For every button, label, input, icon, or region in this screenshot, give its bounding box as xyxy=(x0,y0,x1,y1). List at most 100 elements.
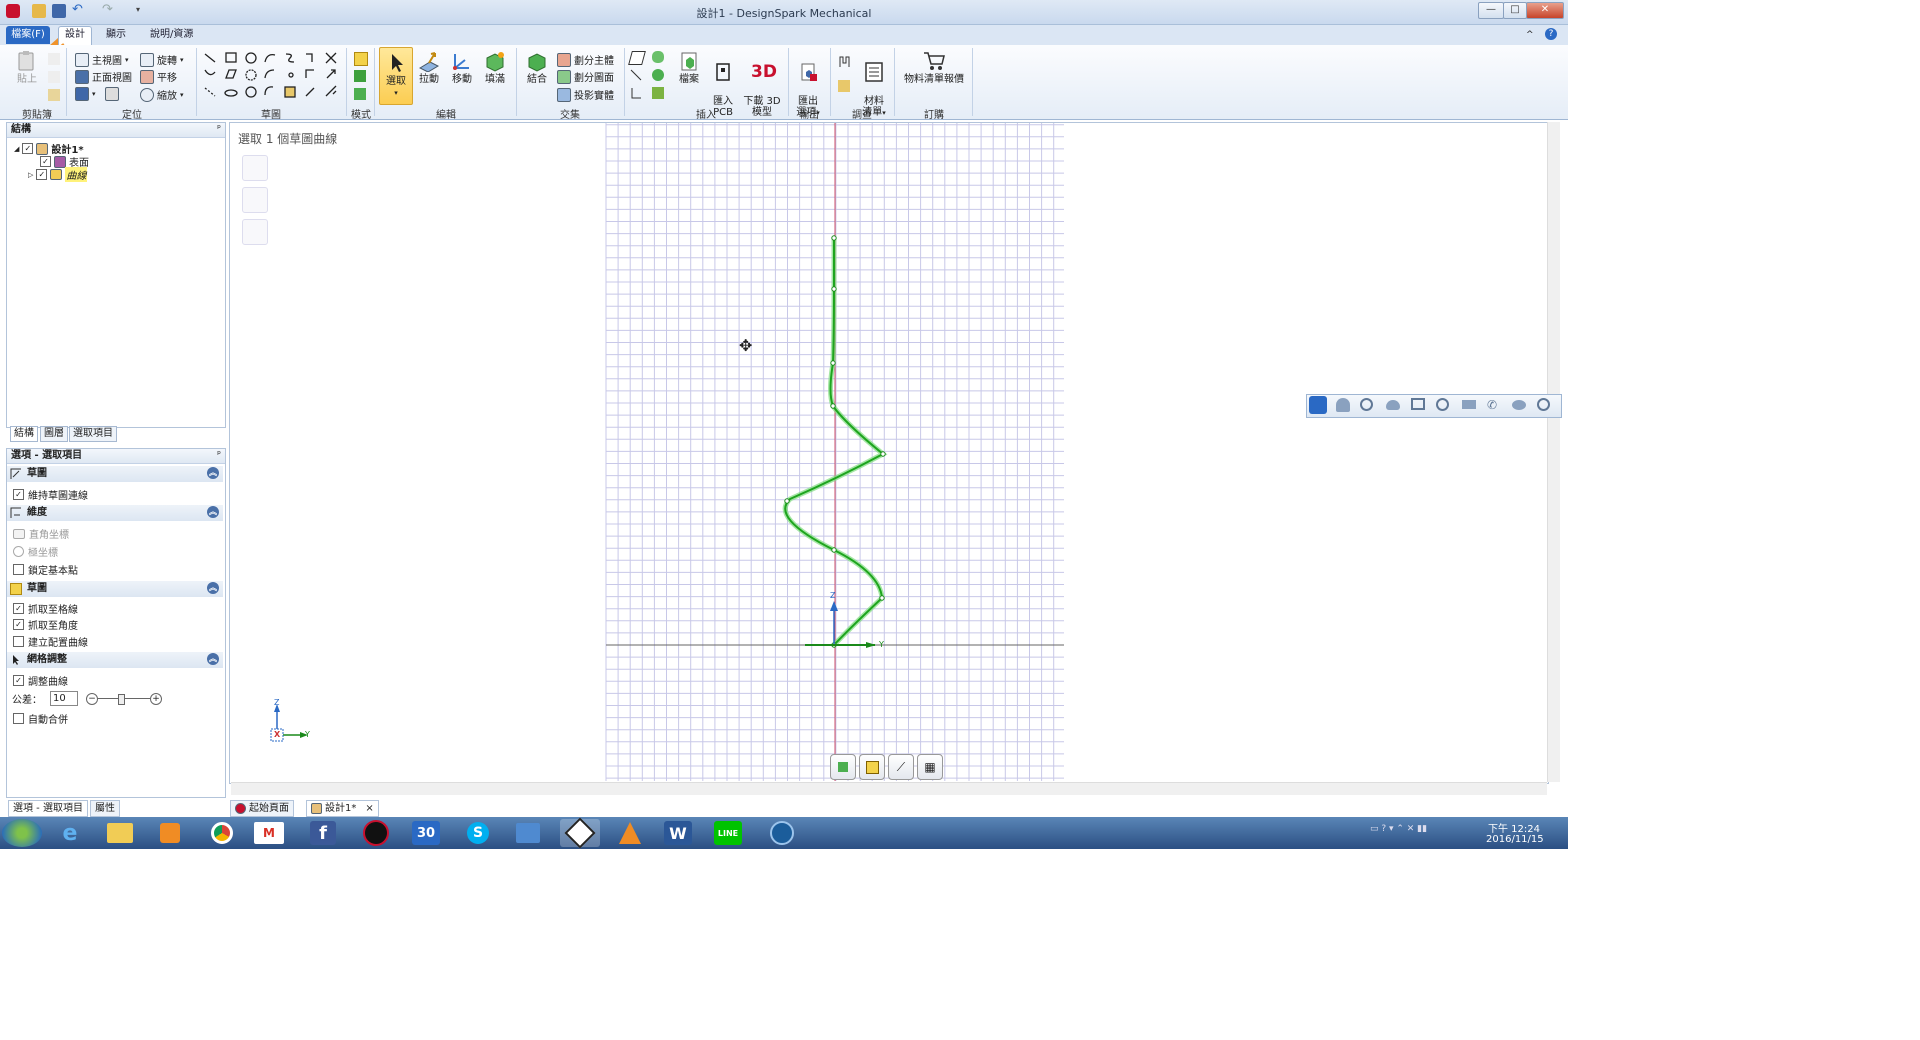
line-icon[interactable]: LINE xyxy=(714,821,742,845)
word-icon[interactable]: W xyxy=(664,821,692,845)
minimize-ribbon-icon[interactable]: ^ xyxy=(1526,30,1534,40)
split-face-button[interactable]: 劃分圖面 xyxy=(557,69,614,84)
option-layout-curve[interactable]: 建立配置曲線 xyxy=(13,634,88,649)
sketch-mode-icon[interactable] xyxy=(354,52,368,66)
sketch-mode-toggle-icon[interactable] xyxy=(859,754,885,780)
minus-icon[interactable]: − xyxy=(86,693,98,705)
panel-tab-layers[interactable]: 圖層 xyxy=(40,426,68,442)
option-auto-merge[interactable]: 自動合併 xyxy=(13,711,68,726)
zoom-button[interactable]: 縮放 ▾ xyxy=(140,87,184,102)
option-snap-grid[interactable]: ✓ 抓取至格線 xyxy=(13,601,78,616)
close-tab-icon[interactable]: × xyxy=(365,801,373,816)
shell-icon[interactable] xyxy=(652,87,664,99)
grid-toggle-icon[interactable]: ▦ xyxy=(917,754,943,780)
option-maintain-connectivity[interactable]: ✓ 維持草圖連線 xyxy=(13,487,88,502)
panel-tab-properties[interactable]: 屬性 xyxy=(90,800,120,817)
measure-icon[interactable] xyxy=(838,55,850,67)
option-lock-base[interactable]: 鎖定基本點 xyxy=(13,562,78,577)
designspark-icon[interactable] xyxy=(560,817,600,849)
option-snap-angle[interactable]: ✓ 抓取至角度 xyxy=(13,617,78,632)
player-icon[interactable] xyxy=(356,819,396,847)
cloud-icon[interactable] xyxy=(1386,400,1400,410)
clock-time[interactable]: 下午 12:24 xyxy=(1486,820,1542,835)
bom-quote-button[interactable]: 物料清單報價 xyxy=(900,50,968,85)
sketch-grid-view[interactable] xyxy=(230,123,1548,783)
tab-display[interactable]: 顯示 xyxy=(100,27,132,43)
media-player-icon[interactable] xyxy=(150,819,190,847)
select-tool-icon[interactable] xyxy=(242,155,268,181)
line-axis-icon[interactable] xyxy=(630,69,642,81)
globe-icon[interactable] xyxy=(1537,398,1550,411)
sphere-icon[interactable] xyxy=(652,69,664,81)
checkbox[interactable] xyxy=(13,564,24,575)
clock-date[interactable]: 2016/11/15 xyxy=(1486,834,1544,845)
tray-icons[interactable]: ▭ ? ▾ ⌃ ✕ ▮▮ xyxy=(1370,824,1480,840)
doc-tab-design1[interactable]: 設計1* × xyxy=(306,800,379,817)
pan-button[interactable]: 平移 xyxy=(140,69,177,84)
collapse-icon[interactable]: ︽ xyxy=(207,467,219,479)
combine-button[interactable]: 結合 xyxy=(522,50,552,85)
checkbox[interactable]: ✓ xyxy=(13,489,24,500)
expand-arrow-icon[interactable]: ▷ xyxy=(28,171,33,179)
section-mesh-adjust[interactable]: 網格調整 ︽ xyxy=(7,652,223,668)
section-dimension[interactable]: 維度 ︽ xyxy=(7,505,223,521)
visibility-checkbox[interactable]: ✓ xyxy=(36,169,48,180)
cut-icon[interactable] xyxy=(48,53,60,65)
select-button[interactable]: 選取 ▾ xyxy=(379,47,413,105)
paste-button[interactable]: 貼上 xyxy=(12,50,42,85)
help-icon[interactable]: ? xyxy=(1545,28,1557,40)
section-sketch-2[interactable]: 草圖 ︽ xyxy=(7,581,223,597)
clock-icon[interactable] xyxy=(1436,398,1449,411)
view-cube-button[interactable]: ▾ xyxy=(75,87,119,101)
origin-icon[interactable] xyxy=(630,87,642,99)
plane-select-icon[interactable]: ⟋ xyxy=(888,754,914,780)
copy-icon[interactable] xyxy=(48,71,60,83)
explorer-icon[interactable] xyxy=(100,819,140,847)
chrome-icon[interactable] xyxy=(202,819,242,847)
checkbox[interactable]: ✓ xyxy=(13,603,24,614)
close-button[interactable]: ✕ xyxy=(1526,2,1564,19)
teamviewer-icon[interactable] xyxy=(762,819,802,847)
visibility-checkbox[interactable]: ✓ xyxy=(22,143,34,154)
slider-thumb[interactable] xyxy=(118,694,125,705)
skype-icon[interactable]: S xyxy=(458,819,498,847)
visibility-checkbox[interactable]: ✓ xyxy=(40,156,51,167)
collapse-icon[interactable]: ︽ xyxy=(207,653,219,665)
tree-item-curves[interactable]: ▷ ✓ 曲線 xyxy=(28,167,88,182)
section-mode-icon[interactable] xyxy=(354,70,366,82)
insert-file-button[interactable]: 檔案 xyxy=(674,50,704,85)
format-painter-icon[interactable] xyxy=(48,89,60,101)
3d-mode-toggle-icon[interactable] xyxy=(830,754,856,780)
collapse-arrow-icon[interactable]: ◢ xyxy=(14,145,19,153)
checkbox[interactable] xyxy=(13,713,24,724)
checkbox[interactable]: ✓ xyxy=(13,619,24,630)
collapse-icon[interactable]: ︽ xyxy=(207,506,219,518)
gmail-icon[interactable]: M xyxy=(254,822,284,844)
vertical-scrollbar[interactable] xyxy=(1547,122,1560,782)
front-view-button[interactable]: 正面視圖 xyxy=(75,69,132,84)
tolerance-slider[interactable]: − + xyxy=(86,692,162,705)
pin-icon[interactable]: ᵖ xyxy=(217,450,221,460)
tolerance-input[interactable]: 10 xyxy=(50,691,78,706)
screen-icon[interactable] xyxy=(1411,398,1425,410)
fill-button[interactable]: 填滿 xyxy=(480,50,510,85)
mass-icon[interactable] xyxy=(838,80,850,92)
home-view-button[interactable]: 主視圖 ▾ xyxy=(75,52,129,67)
minimize-button[interactable]: — xyxy=(1478,2,1504,19)
3d-mode-icon[interactable] xyxy=(354,88,366,100)
ie-icon[interactable]: e xyxy=(50,819,90,847)
section-sketch[interactable]: 草圖 ︽ xyxy=(7,466,223,482)
phone-icon[interactable]: ✆ xyxy=(1487,398,1501,412)
option-adjust-curve[interactable]: ✓ 調整曲線 xyxy=(13,673,68,688)
tab-help[interactable]: 說明/資源 xyxy=(144,27,199,43)
collapse-icon[interactable]: ︽ xyxy=(207,582,219,594)
panel-tab-options[interactable]: 選項 - 選取項目 xyxy=(8,800,88,817)
chat-icon[interactable] xyxy=(1512,400,1526,410)
facebook-icon[interactable]: f xyxy=(310,821,336,845)
checkbox[interactable]: ✓ xyxy=(13,675,24,686)
project-button[interactable]: 投影實體 xyxy=(557,87,614,102)
mail-icon[interactable] xyxy=(1462,400,1476,409)
user-icon[interactable] xyxy=(1336,398,1350,412)
checkbox[interactable] xyxy=(13,636,24,647)
cylinder-icon[interactable] xyxy=(652,51,664,63)
